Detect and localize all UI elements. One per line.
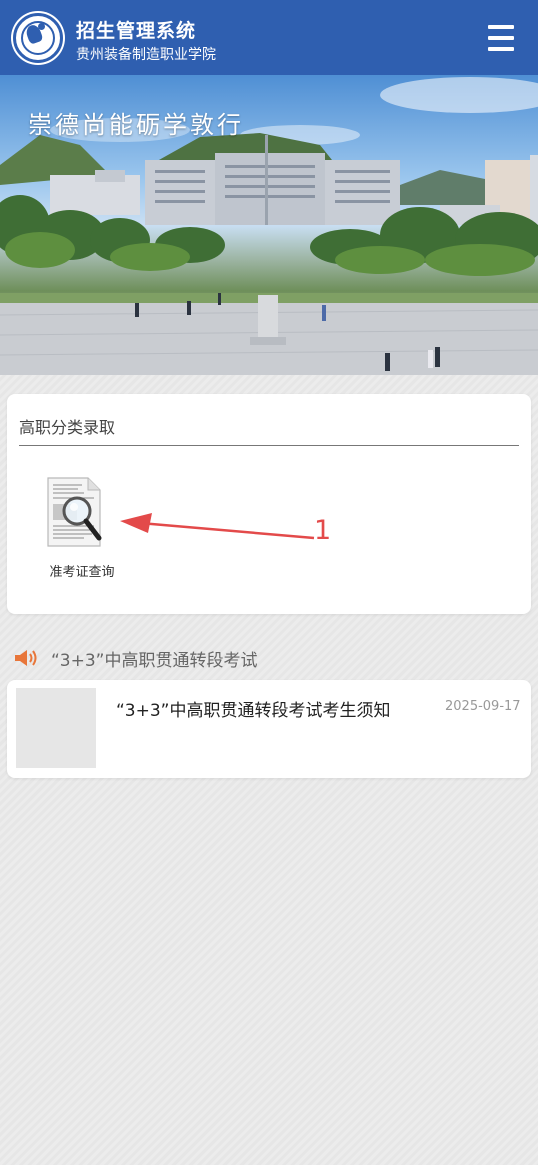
school-name: 贵州装备制造职业学院 [76, 47, 216, 63]
menu-bar-top [488, 25, 514, 29]
news-date: 2025-09-17 [445, 699, 521, 714]
speaker-icon [15, 650, 37, 666]
notice-title: “3+3”中高职贯通转段考试 [51, 651, 258, 671]
hamburger-menu-icon[interactable] [488, 25, 514, 51]
annotation-arrow [120, 513, 315, 540]
school-logo [13, 13, 63, 63]
document-search-icon [47, 477, 102, 547]
admission-ticket-query-button[interactable]: 准考证查询 [41, 472, 125, 582]
section-heading: 高职分类录取 [19, 418, 116, 437]
campus-banner: 崇德尚能砺学敦行 [0, 75, 538, 375]
admission-ticket-query-label: 准考证查询 [49, 565, 115, 580]
news-item[interactable]: “3+3”中高职贯通转段考试考生须知 2025-09-17 [7, 680, 531, 778]
logo-dot [38, 23, 45, 30]
section-divider [19, 445, 519, 446]
menu-bar-middle [488, 36, 514, 40]
menu-bar-bottom [488, 47, 514, 51]
banner-slogan: 崇德尚能砺学敦行 [28, 111, 244, 139]
news-title: “3+3”中高职贯通转段考试考生须知 [116, 701, 391, 721]
admission-category-card: 高职分类录取 准考证查询 [7, 394, 531, 614]
news-thumbnail [16, 688, 96, 768]
annotation-number: 1 [314, 515, 332, 546]
app-header: 招生管理系统 贵州装备制造职业学院 [0, 0, 538, 75]
app-title: 招生管理系统 [76, 20, 197, 42]
